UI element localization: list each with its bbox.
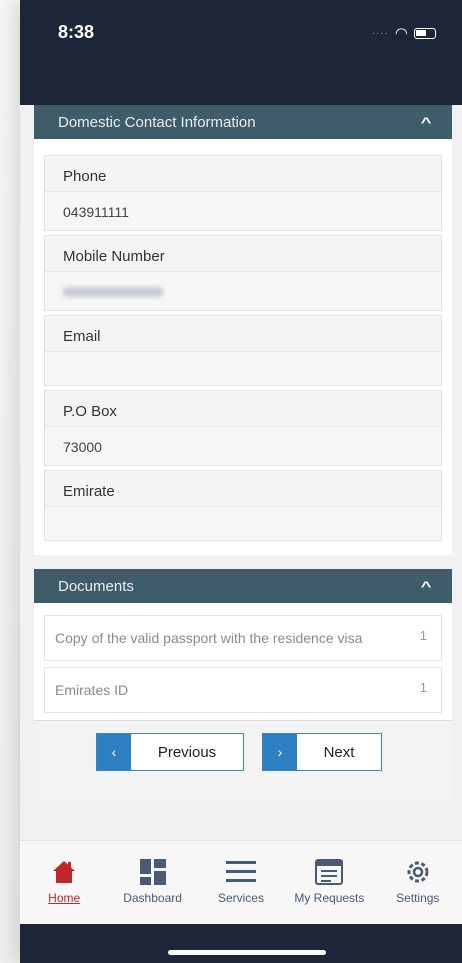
tab-services[interactable]: Services <box>201 857 281 924</box>
documents-section-title: Documents <box>58 577 134 595</box>
next-label: Next <box>323 743 355 761</box>
tab-home[interactable]: Home <box>24 857 104 924</box>
po-box-label: P.O Box <box>63 403 117 420</box>
tab-label: My Requests <box>294 891 365 905</box>
previous-button[interactable]: ‹ Previous <box>96 733 244 771</box>
chevron-left-icon: ‹ <box>97 734 131 770</box>
battery-icon <box>414 27 436 39</box>
documents-panel: Copy of the valid passport with the resi… <box>34 603 452 733</box>
mobile-label: Mobile Number <box>63 248 165 265</box>
phone-label: Phone <box>63 168 107 185</box>
emirate-value <box>45 506 441 540</box>
tab-label: Services <box>217 891 264 905</box>
next-button[interactable]: › Next <box>262 733 382 771</box>
po-box-value: 73000 <box>45 426 441 465</box>
home-indicator-bar <box>20 924 462 963</box>
signal-icon: ···· <box>371 27 389 39</box>
dashboard-icon <box>139 857 167 887</box>
wifi-icon: ◠ <box>394 25 408 42</box>
status-bar: 8:38 ···· ◠ <box>20 0 462 105</box>
email-label: Email <box>63 328 101 345</box>
chevron-up-icon[interactable]: ^ <box>421 578 432 594</box>
chevron-up-icon[interactable]: ^ <box>421 114 432 130</box>
previous-label: Previous <box>157 743 217 761</box>
home-icon <box>51 857 77 887</box>
document-item-passport[interactable]: Copy of the valid passport with the resi… <box>44 615 442 661</box>
contact-panel: Phone 043911111 Mobile Number Email P.O … <box>34 139 452 555</box>
navigation-buttons: ‹ Previous › Next <box>34 720 452 800</box>
contact-section-title: Domestic Contact Information <box>58 113 256 131</box>
chevron-right-icon: › <box>263 734 297 770</box>
tab-my-requests[interactable]: My Requests <box>289 857 369 924</box>
document-name: Copy of the valid passport with the resi… <box>55 630 363 646</box>
document-count: 1 <box>419 628 427 643</box>
document-item-emirates-id[interactable]: Emirates ID 1 <box>44 667 442 713</box>
bottom-tab-bar: Home Dashboard Services My Requests Sett… <box>20 840 462 924</box>
requests-icon <box>315 857 344 887</box>
document-count: 1 <box>419 680 427 695</box>
home-indicator[interactable] <box>168 950 326 955</box>
emirate-label: Emirate <box>63 483 115 500</box>
status-time: 8:38 <box>58 22 95 42</box>
gear-icon <box>405 857 431 887</box>
phone-field: Phone 043911111 <box>44 155 442 231</box>
tab-label: Home <box>48 891 81 905</box>
tab-dashboard[interactable]: Dashboard <box>113 857 193 924</box>
po-box-field: P.O Box 73000 <box>44 390 442 466</box>
tab-label: Settings <box>396 891 440 905</box>
email-value <box>45 351 441 385</box>
emirate-field: Emirate <box>44 470 442 541</box>
mobile-field: Mobile Number <box>44 235 442 311</box>
mobile-value <box>45 271 441 310</box>
documents-section-header[interactable]: Documents ^ <box>34 569 452 603</box>
form-content: Domestic Contact Information ^ Phone 043… <box>34 105 452 733</box>
documents-section: Documents ^ Copy of the valid passport w… <box>34 569 452 733</box>
tab-settings[interactable]: Settings <box>378 857 458 924</box>
tab-label: Dashboard <box>123 891 182 905</box>
email-field: Email <box>44 315 442 386</box>
phone-value: 043911111 <box>45 191 441 230</box>
menu-icon <box>225 857 256 887</box>
phone-screen: 8:38 ···· ◠ Domestic Contact Information… <box>20 0 462 963</box>
document-name: Emirates ID <box>55 682 129 698</box>
redacted-value <box>63 287 163 297</box>
system-icons: ···· ◠ <box>372 24 436 42</box>
contact-section-header[interactable]: Domestic Contact Information ^ <box>34 105 452 139</box>
